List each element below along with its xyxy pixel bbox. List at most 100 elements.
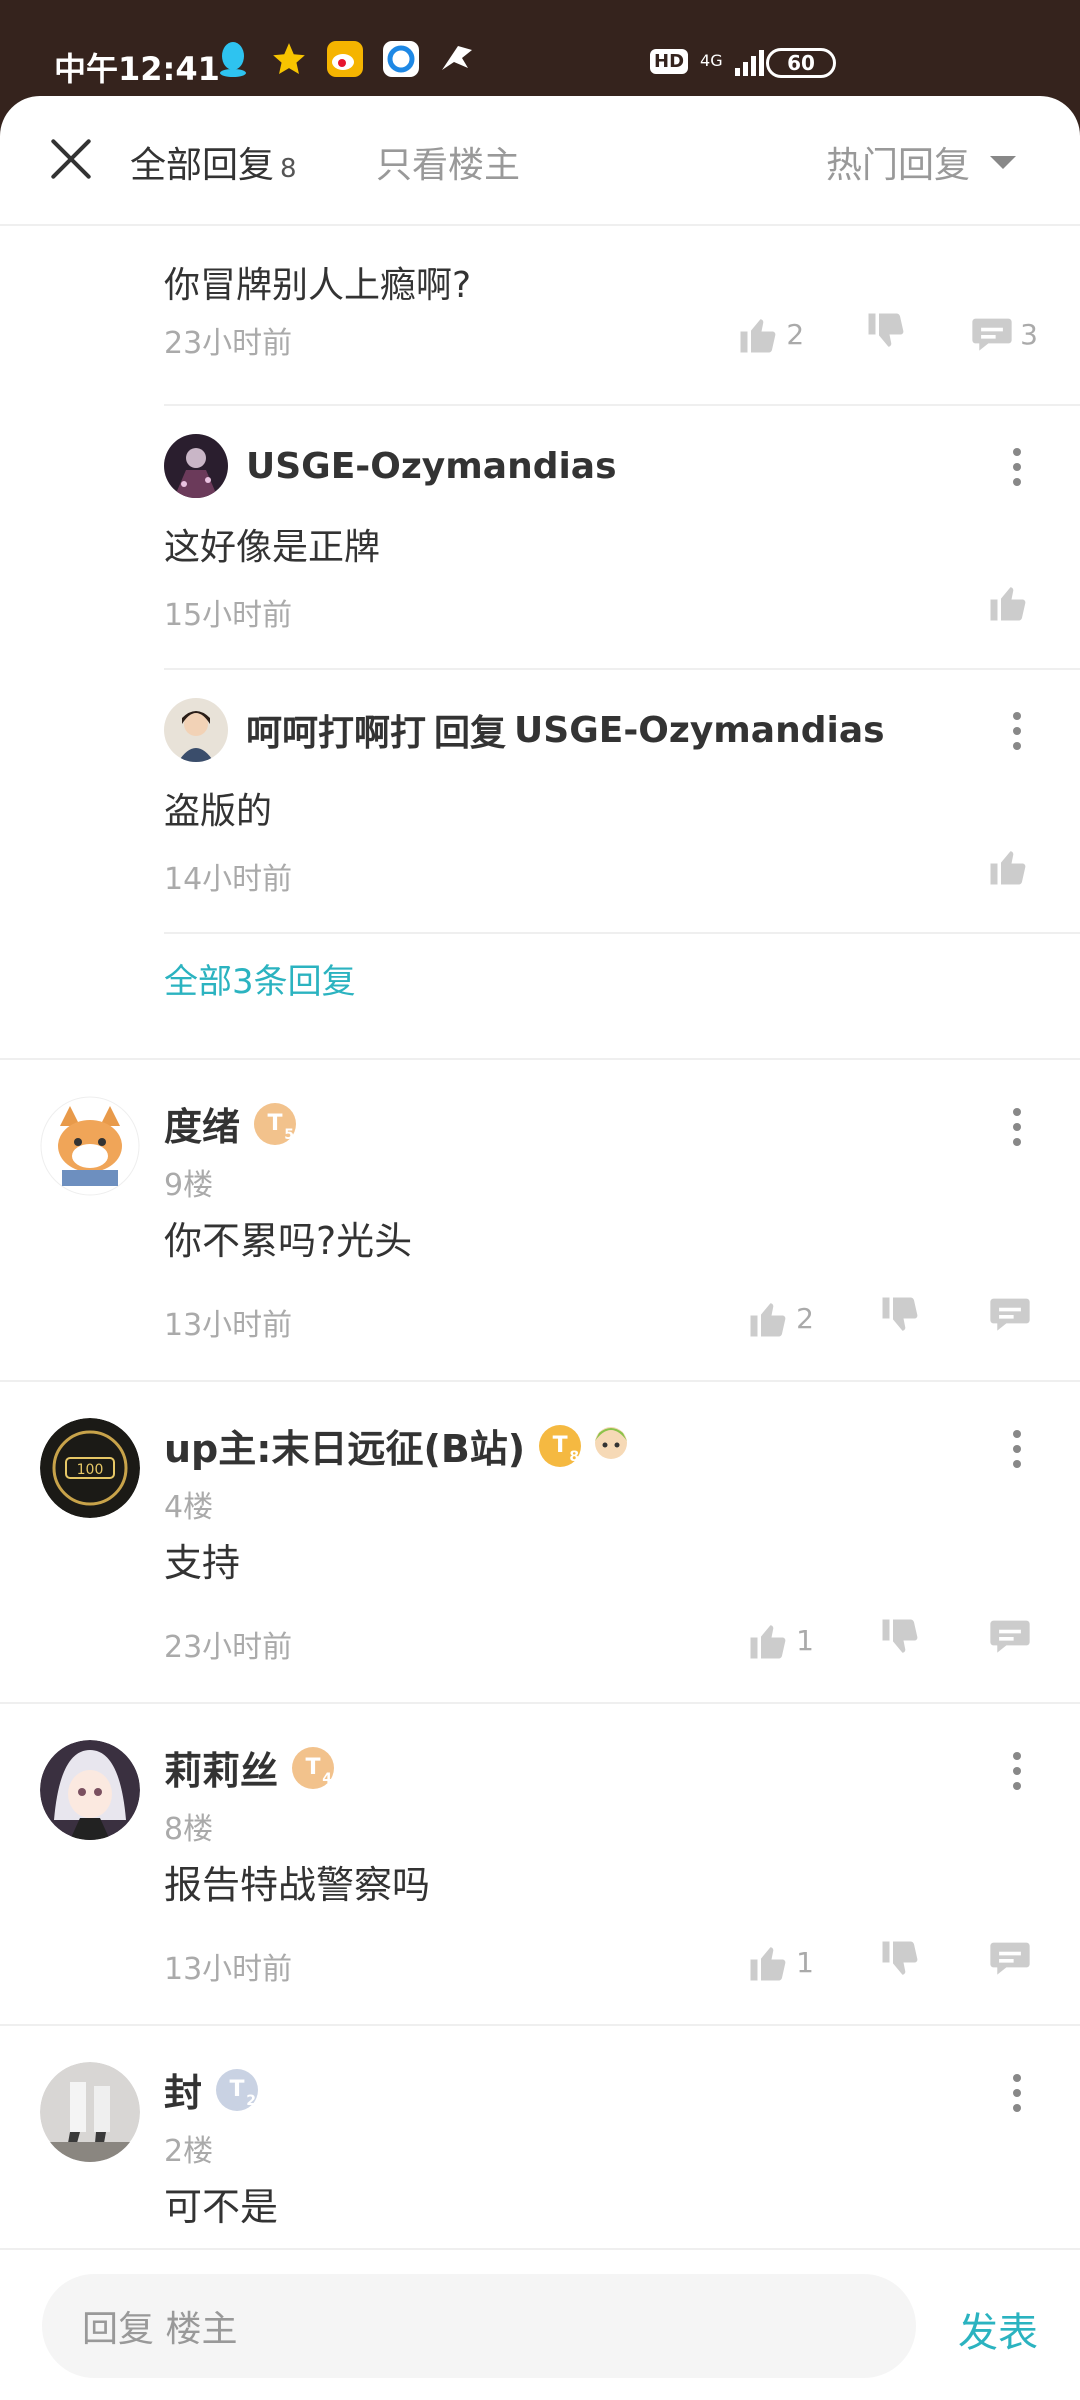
thumb-up-icon <box>750 1302 786 1336</box>
reply-bar: 回复 楼主 发表 <box>0 2248 1080 2400</box>
reply-input-placeholder: 回复 楼主 <box>82 2309 238 2350</box>
sub-reply-text: 你冒牌别人上瘾啊? <box>164 265 472 306</box>
reply-button[interactable]: 3 <box>970 315 1038 355</box>
like-button[interactable]: 1 <box>746 1620 814 1662</box>
thumb-up-icon <box>740 318 776 352</box>
battery-level: 60 <box>787 51 815 75</box>
qq-icon <box>214 40 252 78</box>
thumb-up-icon <box>750 1624 786 1658</box>
fan-badge-icon <box>589 1419 633 1472</box>
svg-text:100: 100 <box>77 1462 104 1478</box>
comment-author[interactable]: 封 T2 <box>164 2062 259 2117</box>
sub-reply-user[interactable]: 呵呵打啊打 回复 USGE-Ozymandias <box>164 698 885 762</box>
sub-reply-text: 盗版的 <box>164 791 273 832</box>
more-options-icon[interactable] <box>1012 2074 1022 2112</box>
thumb-down-icon <box>882 1619 918 1653</box>
reply-button[interactable] <box>988 1617 1032 1664</box>
more-options-icon[interactable] <box>1012 1108 1022 1146</box>
username[interactable]: 莉莉丝 <box>164 1740 278 1795</box>
network-type: 4G <box>700 51 723 70</box>
sub-reply-thread: 你冒牌别人上瘾啊? 23小时前 2 3 USGE-Ozymandias 这好像是… <box>0 226 1080 1060</box>
status-bar: 中午12:41 HD 4G 60 <box>0 0 1080 96</box>
like-button[interactable] <box>986 846 1030 888</box>
signal-icon <box>734 46 764 76</box>
comment-author[interactable]: up主:末日远征(B站) T8 <box>164 1418 633 1473</box>
comment-item: 莉莉丝 T4 8楼 报告特战警察吗 13小时前 1 <box>0 1704 1080 2026</box>
reply-button[interactable] <box>988 1939 1032 1986</box>
notification-icons <box>214 40 476 78</box>
send-button[interactable]: 发表 <box>958 2300 1038 2358</box>
level-badge: T5 <box>254 1102 297 1145</box>
username[interactable]: 度绪 <box>164 1096 240 1151</box>
comment-item: 100 up主:末日远征(B站) T8 4楼 支持 23小时前 1 <box>0 1382 1080 1704</box>
tab-only-op[interactable]: 只看楼主 <box>376 136 520 188</box>
reply-button[interactable] <box>988 1295 1032 1342</box>
comment-icon <box>972 318 1012 351</box>
divider <box>164 404 1080 406</box>
dislike-button[interactable] <box>878 1616 922 1665</box>
comment-sheet: 全部回复 8 只看楼主 热门回复 你冒牌别人上瘾啊? 23小时前 2 3 USG… <box>0 96 1080 2400</box>
comment-time: 13小时前 <box>164 1308 293 1343</box>
reply-input[interactable]: 回复 楼主 <box>42 2274 916 2378</box>
avatar[interactable] <box>164 698 228 762</box>
sub-reply-text: 这好像是正牌 <box>164 527 381 568</box>
floor-number: 4楼 <box>164 1490 214 1525</box>
battery-icon: 60 <box>766 48 836 78</box>
comment-icon <box>990 1298 1030 1331</box>
avatar[interactable] <box>40 1096 140 1196</box>
comment-time: 23小时前 <box>164 1630 293 1665</box>
avatar[interactable] <box>40 2062 140 2162</box>
floor-number: 9楼 <box>164 1168 214 1203</box>
sort-dropdown[interactable]: 热门回复 <box>826 136 1016 188</box>
sub-reply-time: 15小时前 <box>164 598 293 633</box>
like-button[interactable]: 2 <box>736 314 804 356</box>
username[interactable]: USGE-Ozymandias <box>246 446 617 487</box>
avatar[interactable] <box>164 434 228 498</box>
like-button[interactable]: 2 <box>746 1298 814 1340</box>
divider <box>164 932 1080 934</box>
status-time: 中午12:41 <box>54 50 220 88</box>
username[interactable]: up主:末日远征(B站) <box>164 1418 525 1473</box>
like-button[interactable] <box>986 582 1030 624</box>
like-count: 2 <box>796 1302 814 1335</box>
level-badge: T4 <box>292 1746 335 1789</box>
more-options-icon[interactable] <box>1012 448 1022 486</box>
comment-author[interactable]: 莉莉丝 T4 <box>164 1740 335 1795</box>
more-options-icon[interactable] <box>1012 1752 1022 1790</box>
comment-text: 可不是 <box>164 2185 279 2229</box>
comment-text: 支持 <box>164 1541 241 1585</box>
avatar[interactable]: 100 <box>40 1418 140 1518</box>
comment-author[interactable]: 度绪 T5 <box>164 1096 297 1151</box>
floor-number: 2楼 <box>164 2134 214 2169</box>
bird-icon <box>438 40 476 78</box>
username[interactable]: 封 <box>164 2062 202 2117</box>
more-options-icon[interactable] <box>1012 712 1022 750</box>
dislike-button[interactable] <box>878 1294 922 1343</box>
comment-icon <box>990 1620 1030 1653</box>
thumb-up-icon <box>990 587 1026 621</box>
sub-reply-user[interactable]: USGE-Ozymandias <box>164 434 617 498</box>
dislike-button[interactable] <box>878 1938 922 1987</box>
view-all-replies-link[interactable]: 全部3条回复 <box>164 954 356 1003</box>
sort-label: 热门回复 <box>825 145 970 186</box>
more-options-icon[interactable] <box>1012 1430 1022 1468</box>
caret-down-icon <box>990 155 1016 169</box>
floor-number: 8楼 <box>164 1812 214 1847</box>
comment-actions: 1 <box>746 1616 1032 1665</box>
tab-all-replies[interactable]: 全部回复 8 <box>130 136 297 188</box>
close-icon[interactable] <box>48 136 94 182</box>
reply-count: 3 <box>1020 318 1038 351</box>
like-count: 2 <box>786 318 805 351</box>
dislike-button[interactable] <box>864 310 908 359</box>
like-count: 1 <box>796 1946 814 1979</box>
like-button[interactable]: 1 <box>746 1942 814 1984</box>
comment-time: 13小时前 <box>164 1952 293 1987</box>
thumb-down-icon <box>882 1941 918 1975</box>
tab-all-label: 全部回复 <box>130 145 275 186</box>
comment-list: 你冒牌别人上瘾啊? 23小时前 2 3 USGE-Ozymandias 这好像是… <box>0 226 1080 2348</box>
reply-to-username[interactable]: USGE-Ozymandias <box>514 710 885 751</box>
thumb-down-icon <box>882 1297 918 1331</box>
avatar[interactable] <box>40 1740 140 1840</box>
sub-reply-actions: 2 3 <box>736 310 1038 359</box>
username[interactable]: 呵呵打啊打 <box>246 704 426 756</box>
